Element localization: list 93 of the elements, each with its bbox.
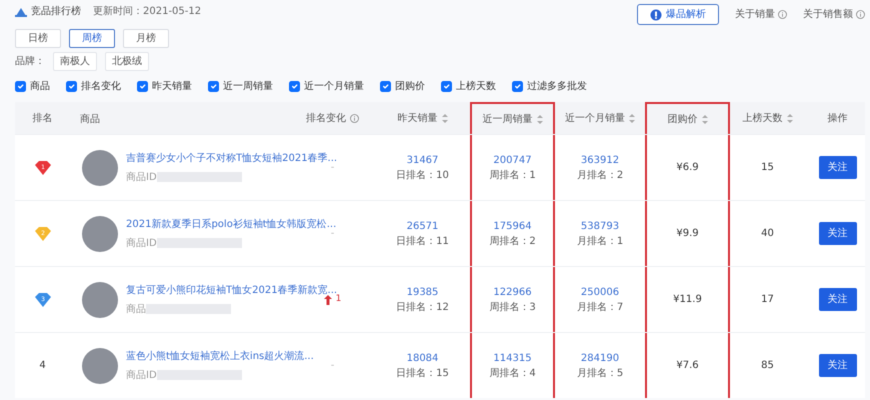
sort-icon: [629, 114, 635, 122]
rank-change: -: [330, 359, 334, 373]
sort-icon: [786, 114, 792, 122]
column-checkbox[interactable]: [66, 81, 77, 92]
brand-label: 品牌：: [15, 55, 45, 69]
sales-count: 363912: [580, 154, 620, 168]
brand-tag[interactable]: 南极人: [53, 52, 97, 71]
product-title[interactable]: 复古可爱小熊印花短袖T恤女2021春季新款宽...: [126, 282, 338, 298]
rank-text: 月排名：2: [576, 168, 624, 182]
info-icon: [350, 114, 359, 122]
sales-count: 114315: [493, 352, 532, 366]
price: ¥6.9: [676, 161, 699, 175]
column-header[interactable]: 上榜天数: [730, 102, 805, 134]
sales-count: 19385: [406, 286, 438, 300]
rank-text: 月排名：7: [576, 300, 624, 314]
column-checkbox[interactable]: [441, 81, 452, 92]
photo-placeholder: [82, 282, 118, 318]
follow-button[interactable]: 关注: [818, 354, 856, 377]
product-id-label: 商品ID: [126, 236, 157, 250]
follow-button[interactable]: 关注: [818, 288, 856, 311]
follow-button[interactable]: 关注: [818, 156, 856, 179]
checkbox-label: 团购价: [395, 80, 425, 94]
column-checkbox[interactable]: [512, 81, 523, 92]
column-checkbox[interactable]: [15, 81, 26, 92]
photo-placeholder: [82, 216, 118, 252]
rank-text: 日排名：10: [396, 168, 449, 182]
column-header: 操作: [826, 112, 848, 126]
column-header: 商品: [79, 112, 101, 127]
sort-icon: [536, 114, 542, 124]
period-tab[interactable]: 日榜: [15, 29, 61, 48]
sales-count: 250006: [580, 286, 620, 300]
checkbox-label: 排名变化: [81, 80, 121, 94]
product-id-label: 商品ID: [126, 368, 157, 382]
rank-text: 周排名：3: [489, 300, 536, 314]
column-header[interactable]: 昨天销量: [375, 102, 470, 134]
sales-count: 284190: [580, 352, 620, 366]
column-header: 排名: [32, 112, 54, 126]
days-count: 40: [761, 227, 774, 241]
checkbox-label: 商品: [30, 80, 50, 94]
checkbox-label: 昨天销量: [152, 80, 192, 94]
update-time: 更新时间：2021-05-12: [93, 4, 202, 19]
days-count: 15: [761, 161, 774, 175]
brand-tag[interactable]: 北极绒: [105, 52, 149, 71]
days-count: 85: [761, 359, 774, 373]
column-header: 排名变化: [290, 102, 375, 134]
column-checkbox[interactable]: [137, 81, 148, 92]
product-id-label: 商品: [126, 302, 146, 316]
info-icon: [778, 10, 787, 19]
rank-text: 日排名：11: [396, 234, 449, 248]
rank-text: 周排名：1: [489, 168, 536, 182]
price: ¥7.6: [676, 359, 699, 373]
sales-count: 175964: [493, 220, 532, 234]
sales-count: 31467: [406, 154, 438, 168]
period-tab[interactable]: 月榜: [123, 29, 169, 48]
sort-icon: [702, 114, 708, 124]
column-checkbox[interactable]: [289, 81, 300, 92]
rank-text: 日排名：15: [396, 366, 449, 380]
product-id-label: 商品ID: [126, 170, 157, 184]
period-tab[interactable]: 周榜: [69, 29, 115, 48]
page-title: 竞品排行榜: [31, 4, 81, 19]
price: ¥9.9: [676, 227, 699, 241]
column-checkbox[interactable]: [380, 81, 391, 92]
rank-text: 月排名：5: [576, 366, 624, 380]
rank-number: 4: [39, 359, 46, 373]
rank-text: 日排名：12: [396, 300, 449, 314]
logo-icon: [15, 6, 27, 17]
checkbox-label: 过滤多多批发: [527, 80, 587, 94]
days-count: 17: [761, 293, 774, 307]
photo-placeholder: [82, 348, 118, 384]
rank-text: 月排名：1: [576, 234, 624, 248]
analysis-button[interactable]: 爆品解析: [637, 4, 719, 25]
info-icon: [856, 10, 865, 19]
photo-placeholder: [82, 150, 118, 186]
checkbox-label: 上榜天数: [456, 80, 496, 94]
product-title[interactable]: 蓝色小熊t恤女短袖宽松上衣ins超火潮流...: [126, 348, 314, 364]
sales-count: 18084: [406, 352, 438, 366]
column-checkbox[interactable]: [208, 81, 219, 92]
column-header[interactable]: 近一个月销量: [555, 102, 645, 134]
help-link[interactable]: 关于销量: [735, 7, 775, 22]
up-arrow-icon: [324, 294, 332, 304]
sales-count: 26571: [406, 220, 438, 234]
rank-change: 1: [336, 293, 342, 306]
sales-count: 200747: [493, 154, 532, 168]
sales-count: 122966: [493, 286, 532, 300]
rank-text: 周排名：2: [489, 234, 536, 248]
checkbox-label: 近一个月销量: [304, 80, 364, 94]
follow-button[interactable]: 关注: [818, 222, 856, 245]
rank-text: 周排名：4: [489, 366, 536, 380]
help-link[interactable]: 关于销售额: [803, 7, 853, 22]
checkbox-label: 近一周销量: [223, 80, 273, 94]
price: ¥11.9: [673, 293, 702, 307]
sales-count: 538793: [580, 220, 620, 234]
sort-icon: [442, 114, 448, 122]
